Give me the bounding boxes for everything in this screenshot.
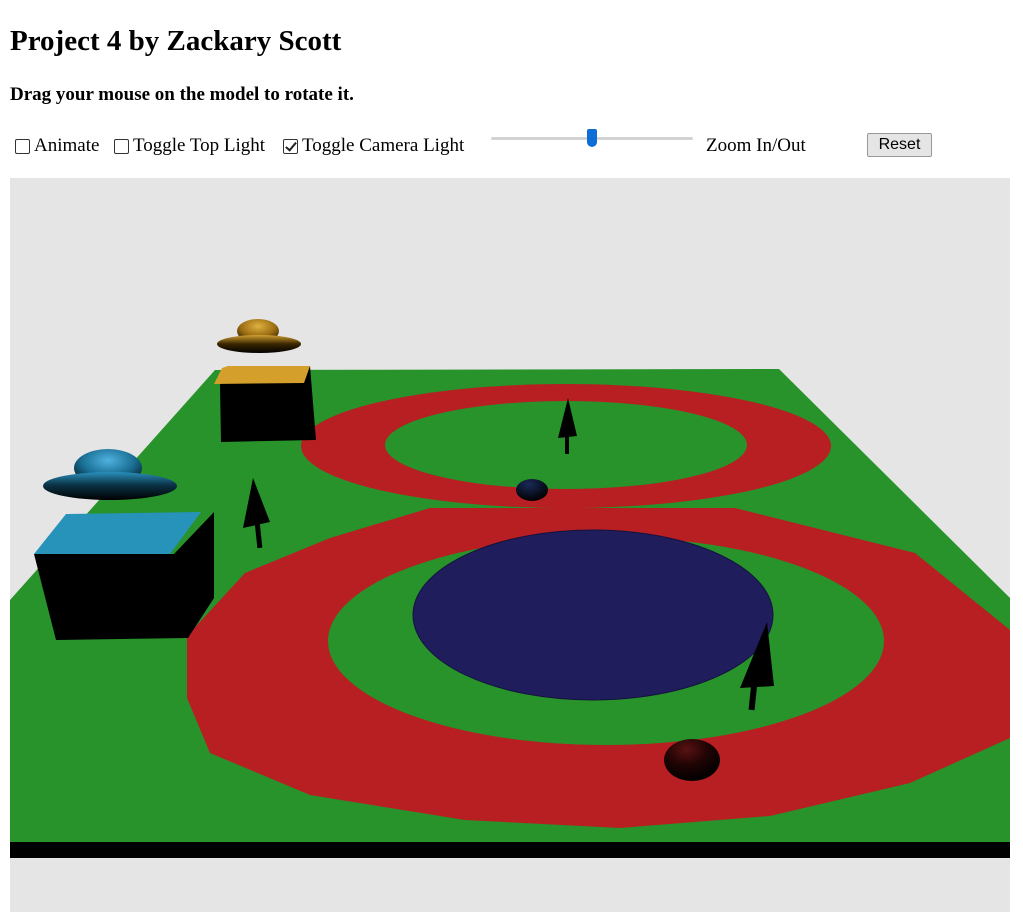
blue-pond xyxy=(412,529,774,701)
sphere-back xyxy=(516,479,548,501)
camera-light-label: Toggle Camera Light xyxy=(302,135,465,156)
instructions-text: Drag your mouse on the model to rotate i… xyxy=(10,84,354,105)
reset-button[interactable]: Reset xyxy=(867,133,932,157)
animate-checkbox[interactable] xyxy=(15,138,30,154)
zoom-slider[interactable] xyxy=(491,129,693,162)
page-title: Project 4 by Zackary Scott xyxy=(10,25,342,57)
top-light-label: Toggle Top Light xyxy=(133,135,266,156)
animate-label: Animate xyxy=(34,135,100,156)
controls-bar: Animate Toggle Top Light Toggle Camera L… xyxy=(10,129,1010,162)
top-light-checkbox-control[interactable]: Toggle Top Light xyxy=(114,130,265,162)
camera-light-checkbox[interactable] xyxy=(283,138,298,154)
black-box-gold-top xyxy=(214,366,316,442)
webgl-canvas[interactable] xyxy=(10,178,1010,912)
animate-checkbox-control[interactable]: Animate xyxy=(15,130,99,162)
zoom-label: Zoom In/Out xyxy=(706,135,806,156)
gold-flying-saucer xyxy=(217,319,301,353)
top-light-checkbox[interactable] xyxy=(114,138,129,154)
sphere-front xyxy=(664,739,720,781)
camera-light-checkbox-control[interactable]: Toggle Camera Light xyxy=(283,130,464,162)
zoom-slider-thumb[interactable] xyxy=(587,129,597,147)
